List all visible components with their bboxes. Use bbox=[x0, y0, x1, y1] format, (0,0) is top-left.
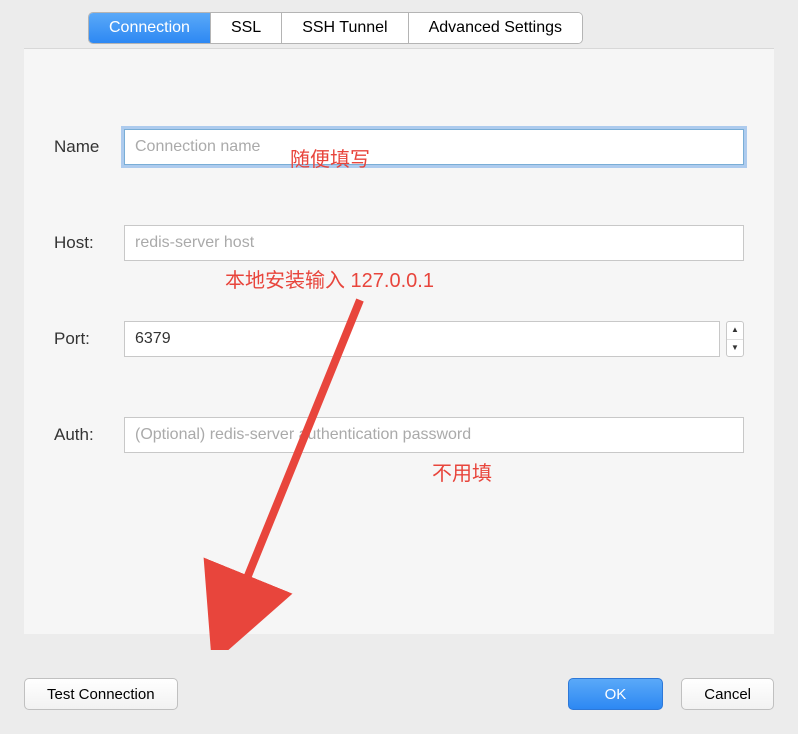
name-label: Name bbox=[54, 137, 124, 157]
host-row: Host: bbox=[54, 225, 744, 261]
connection-form-panel: Name Host: Port: ▲ ▼ Auth: bbox=[24, 48, 774, 634]
port-input[interactable] bbox=[124, 321, 720, 357]
port-label: Port: bbox=[54, 329, 124, 349]
tab-bar: Connection SSL SSH Tunnel Advanced Setti… bbox=[88, 12, 583, 44]
auth-input[interactable] bbox=[124, 417, 744, 453]
tab-connection[interactable]: Connection bbox=[89, 13, 211, 43]
button-bar: Test Connection OK Cancel bbox=[24, 678, 774, 710]
auth-label: Auth: bbox=[54, 425, 124, 445]
ok-button[interactable]: OK bbox=[568, 678, 664, 710]
tab-advanced-settings[interactable]: Advanced Settings bbox=[409, 13, 582, 43]
name-input[interactable] bbox=[124, 129, 744, 165]
port-stepper: ▲ ▼ bbox=[726, 321, 744, 357]
port-row: Port: ▲ ▼ bbox=[54, 321, 744, 357]
cancel-button[interactable]: Cancel bbox=[681, 678, 774, 710]
tab-ssl[interactable]: SSL bbox=[211, 13, 282, 43]
dialog-container: Connection SSL SSH Tunnel Advanced Setti… bbox=[0, 0, 798, 734]
tab-ssh-tunnel[interactable]: SSH Tunnel bbox=[282, 13, 408, 43]
name-row: Name bbox=[54, 129, 744, 165]
auth-row: Auth: bbox=[54, 417, 744, 453]
port-step-up[interactable]: ▲ bbox=[727, 322, 743, 340]
port-step-down[interactable]: ▼ bbox=[727, 340, 743, 357]
host-label: Host: bbox=[54, 233, 124, 253]
host-input[interactable] bbox=[124, 225, 744, 261]
port-spinner: ▲ ▼ bbox=[124, 321, 744, 357]
test-connection-button[interactable]: Test Connection bbox=[24, 678, 178, 710]
